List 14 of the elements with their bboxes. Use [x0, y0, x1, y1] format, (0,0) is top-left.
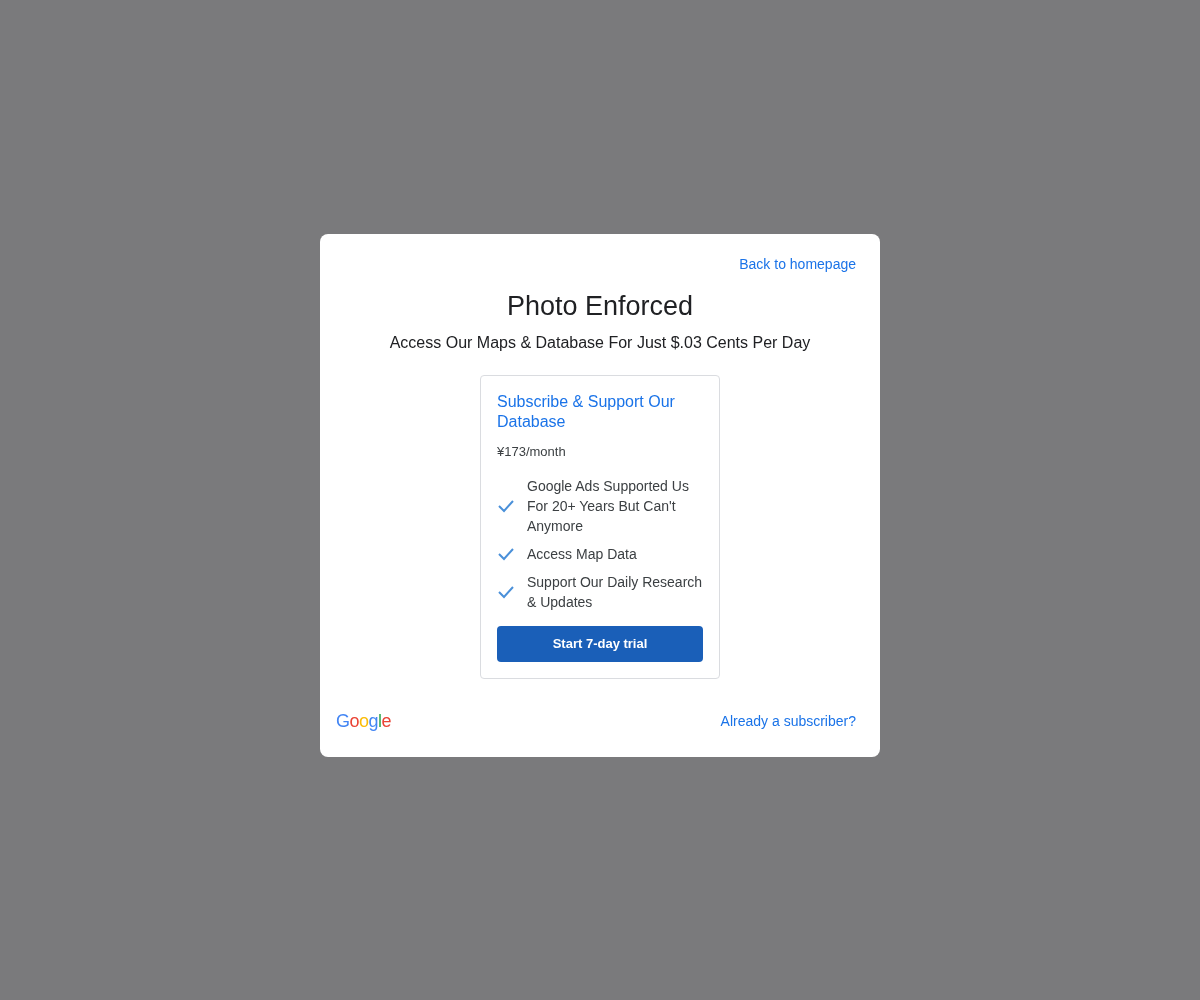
check-icon — [497, 498, 515, 513]
logo: Google — [336, 710, 392, 733]
check-icon — [497, 546, 515, 561]
feature-text: Support Our Daily Research & Updates — [527, 572, 703, 612]
check-icon — [497, 584, 515, 599]
price: ¥173/month — [497, 443, 567, 461]
offer-title: Subscribe & Support Our Database — [497, 392, 676, 432]
dialog-title: Photo Enforced — [506, 290, 694, 323]
start-trial-button[interactable]: Start 7-day trial — [497, 625, 703, 662]
feature-text: Google Ads Supported Us For 20+ Years But Can't Anymore — [527, 476, 690, 536]
subscriber-link[interactable]: Already a subscriber? — [720, 711, 856, 732]
dialog-subtitle: Access Our Maps & Database For Just $.03 Cents Per Day — [389, 333, 811, 353]
feature-text: Access Map Data — [527, 544, 637, 564]
back-link[interactable]: Back to homepage — [739, 254, 856, 275]
